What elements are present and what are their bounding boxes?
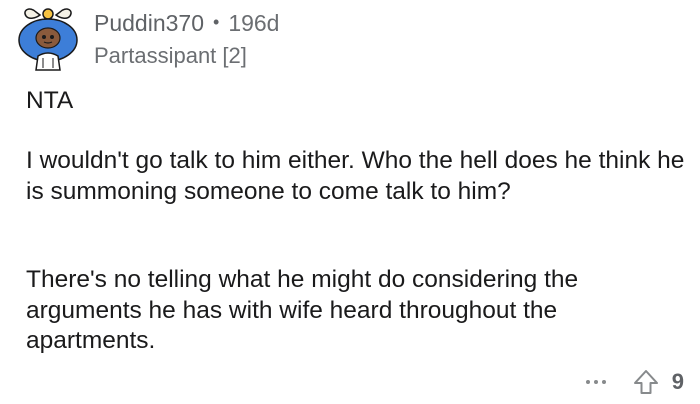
comment-paragraph: I wouldn't go talk to him either. Who th… [26, 147, 685, 205]
user-flair: Partassipant [2] [94, 43, 247, 68]
more-options-icon[interactable] [585, 380, 606, 384]
upvote-button[interactable]: 9 [632, 368, 684, 396]
comment-paragraph: NTA [26, 87, 74, 114]
snoo-avatar-icon[interactable] [16, 6, 82, 72]
comment-card: Puddin370 • 196d Partassipant [2] NTA I … [0, 0, 700, 404]
comment-paragraph: There's no telling what he might do cons… [26, 266, 579, 354]
upvote-arrow-icon[interactable] [632, 368, 660, 396]
comment-header: Puddin370 • 196d Partassipant [2] [16, 6, 279, 72]
author-username[interactable]: Puddin370 [94, 8, 204, 38]
comment-meta: Puddin370 • 196d Partassipant [2] [94, 8, 279, 70]
vote-score: 9 [671, 369, 684, 394]
comment-actions: 9 [585, 364, 684, 400]
comment-age: 196d [228, 10, 280, 36]
meta-separator: • [213, 12, 220, 32]
author-row: Puddin370 • 196d [94, 8, 279, 40]
